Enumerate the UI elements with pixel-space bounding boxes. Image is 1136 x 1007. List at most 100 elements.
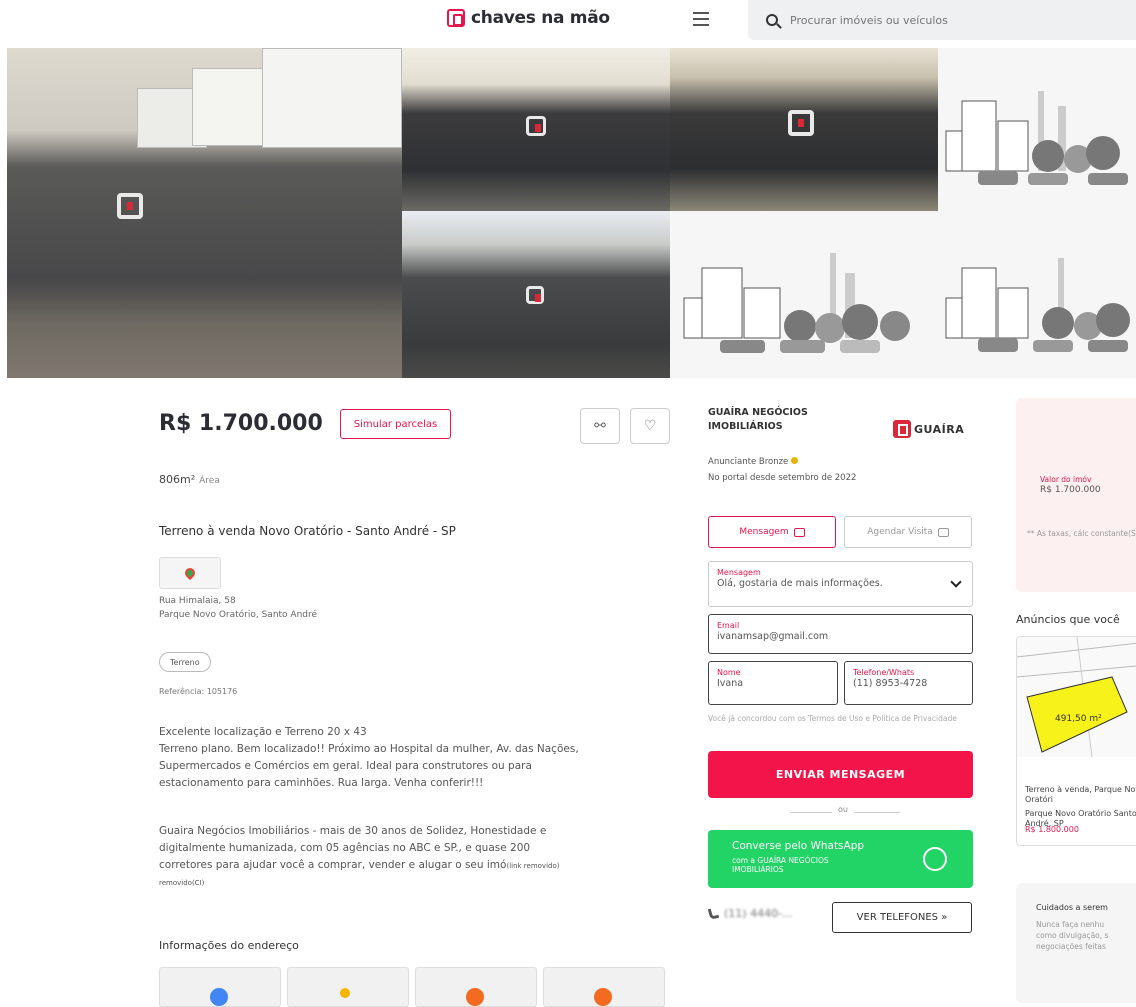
phone-field[interactable]: Telefone/Whats (11) 8953-4728 (844, 661, 973, 705)
message-label: Mensagem (717, 568, 761, 577)
whatsapp-icon (923, 847, 947, 871)
favorite-button[interactable]: ♡ (630, 408, 670, 444)
city-illustration-icon (683, 253, 910, 353)
address-section-title: Informações do endereço (159, 939, 299, 952)
heart-icon: ♡ (643, 418, 657, 434)
sim-note: ** As taxas, cálc constante(SAC) e (1027, 529, 1136, 538)
phone-partial: (11) 4440-... (724, 907, 793, 920)
email-label: Email (717, 621, 740, 630)
email-field[interactable]: Email ivanamsap@gmail.com (708, 614, 973, 654)
description-line: Terreno plano. Bem localizado!! Próximo … (159, 743, 579, 755)
logo-text: chaves na mão (471, 8, 610, 28)
city-illustration-icon (945, 91, 1128, 185)
phone-preview: (11) 4440-... (707, 907, 793, 920)
share-button[interactable]: ⚯ (580, 408, 620, 444)
listing-title: Terreno à venda Novo Oratório - Santo An… (159, 524, 456, 538)
tab-message[interactable]: Mensagem (708, 516, 836, 548)
map-thumbnail[interactable] (415, 967, 537, 1007)
related-ad-card[interactable]: 491,50 m² Terreno à venda, Parque Novo O… (1016, 636, 1136, 846)
related-ads-title: Anúncios que você (1016, 613, 1120, 626)
tab-visit-label: Agendar Visita (867, 527, 933, 537)
gallery-photo-3[interactable] (670, 48, 938, 211)
phone-icon (707, 907, 720, 920)
watermark-icon (788, 110, 814, 136)
message-value: Olá, gostaria de mais informações. (717, 578, 883, 589)
site-logo[interactable]: chaves na mão (447, 8, 610, 28)
terms-notice[interactable]: Você já concordou com os Termos de Uso e… (708, 714, 973, 724)
description-line: removido(CI) (159, 879, 205, 887)
address-street: Rua Himalaia, 58 (159, 596, 236, 606)
area-value: 806m² (159, 473, 196, 486)
portal-since: No portal desde setembro de 2022 (708, 473, 857, 483)
watermark-icon (526, 286, 544, 304)
tab-message-label: Mensagem (739, 527, 789, 537)
gallery-photo-2[interactable] (402, 48, 670, 211)
key-icon (447, 9, 465, 27)
lot-map-icon: 491,50 m² (1017, 637, 1136, 758)
safety-tip-line: negociações feitas (1036, 942, 1106, 951)
ad-map-label: 491,50 m² (1055, 714, 1102, 724)
top-header: chaves na mão (0, 0, 1136, 48)
medal-icon (791, 457, 799, 464)
photo-gallery (0, 48, 1136, 378)
map-thumbnail[interactable] (543, 967, 665, 1007)
address-map-thumbnails (159, 967, 665, 1007)
description-paragraph-2: Guaira Negócios Imobiliários - mais de 3… (159, 823, 659, 892)
address-neighborhood: Parque Novo Oratório, Santo André (159, 610, 318, 620)
listing-price: R$ 1.700.000 (159, 411, 323, 436)
calendar-icon (937, 527, 949, 537)
whatsapp-sub-text: com a GUAÍRA NEGÓCIOS IMOBILIÁRIOS (732, 856, 829, 874)
see-phones-button[interactable]: VER TELEFONES » (832, 902, 972, 933)
or-label: ou (832, 805, 854, 814)
sim-value[interactable]: R$ 1.700.000 (1040, 485, 1101, 495)
name-field[interactable]: Nome Ivana (708, 661, 838, 705)
google-maps-button[interactable] (159, 557, 221, 589)
tab-schedule-visit[interactable]: Agendar Visita (844, 516, 972, 548)
gallery-placeholder-3[interactable] (938, 211, 1136, 378)
description-line: estacionamento para caminhões. Rua larga… (159, 777, 484, 789)
menu-icon[interactable] (693, 12, 709, 26)
gallery-placeholder-1[interactable] (938, 48, 1136, 211)
chat-icon (793, 527, 805, 537)
safety-tips-text: Nunca faça nenhu como divulgação, s nego… (1036, 919, 1108, 952)
message-select[interactable]: Mensagem Olá, gostaria de mais informaçõ… (708, 561, 973, 607)
gallery-photo-4[interactable] (402, 211, 670, 378)
gallery-placeholder-2[interactable] (670, 211, 938, 378)
safety-tip-line: como divulgação, s (1036, 931, 1109, 940)
map-thumbnail[interactable] (159, 967, 281, 1007)
phone-value: (11) 8953-4728 (853, 678, 928, 689)
removed-link-note: (link removido) (506, 862, 560, 870)
send-message-button[interactable]: ENVIAR MENSAGEM (708, 751, 973, 798)
whatsapp-button[interactable]: Converse pelo WhatsApp com a GUAÍRA NEGÓ… (708, 830, 973, 888)
agency-logo-icon (893, 420, 911, 438)
watermark-icon (526, 116, 546, 136)
area-info: 806m² Área (159, 473, 220, 486)
advertiser-level-text: Anunciante Bronze (708, 457, 789, 467)
ad-map-image: 491,50 m² (1017, 637, 1136, 758)
agency-logo-text: GUAÍRA (914, 422, 965, 436)
agency-logo[interactable]: GUAÍRA (893, 420, 964, 438)
search-bar[interactable] (748, 0, 1136, 40)
name-label: Nome (717, 668, 741, 677)
phone-label: Telefone/Whats (853, 668, 915, 677)
ad-price: R$ 1.800.000 (1025, 825, 1079, 834)
city-illustration-icon (945, 258, 1130, 352)
map-pin-icon (182, 565, 198, 581)
description-line: Supermercados e Comércios em geral. Idea… (159, 760, 532, 772)
description-line: digitalmente humanizada, com 05 agências… (159, 842, 531, 854)
description-line: Guaira Negócios Imobiliários - mais de 3… (159, 825, 547, 837)
description-paragraph-1: Excelente localização e Terreno 20 x 43 … (159, 724, 659, 792)
email-value: ivanamsap@gmail.com (717, 631, 829, 642)
property-type-tag[interactable]: Terreno (159, 652, 211, 672)
financing-simulator: Valor do imóv R$ 1.700.000 ** As taxas, … (1016, 398, 1136, 592)
watermark-icon (117, 193, 143, 219)
search-icon (766, 14, 778, 26)
simulate-button[interactable]: Simular parcelas (340, 409, 451, 439)
description-line: Excelente localização e Terreno 20 x 43 (159, 726, 367, 738)
search-input[interactable] (788, 12, 1088, 28)
map-thumbnail[interactable] (287, 967, 409, 1007)
ad-title: Terreno à venda, Parque Novo Oratóri (1025, 785, 1136, 804)
agency-name[interactable]: GUAÍRA NEGÓCIOS IMOBILIÁRIOS (708, 406, 868, 434)
share-icon: ⚯ (594, 418, 606, 434)
gallery-photo-main[interactable] (7, 48, 402, 378)
